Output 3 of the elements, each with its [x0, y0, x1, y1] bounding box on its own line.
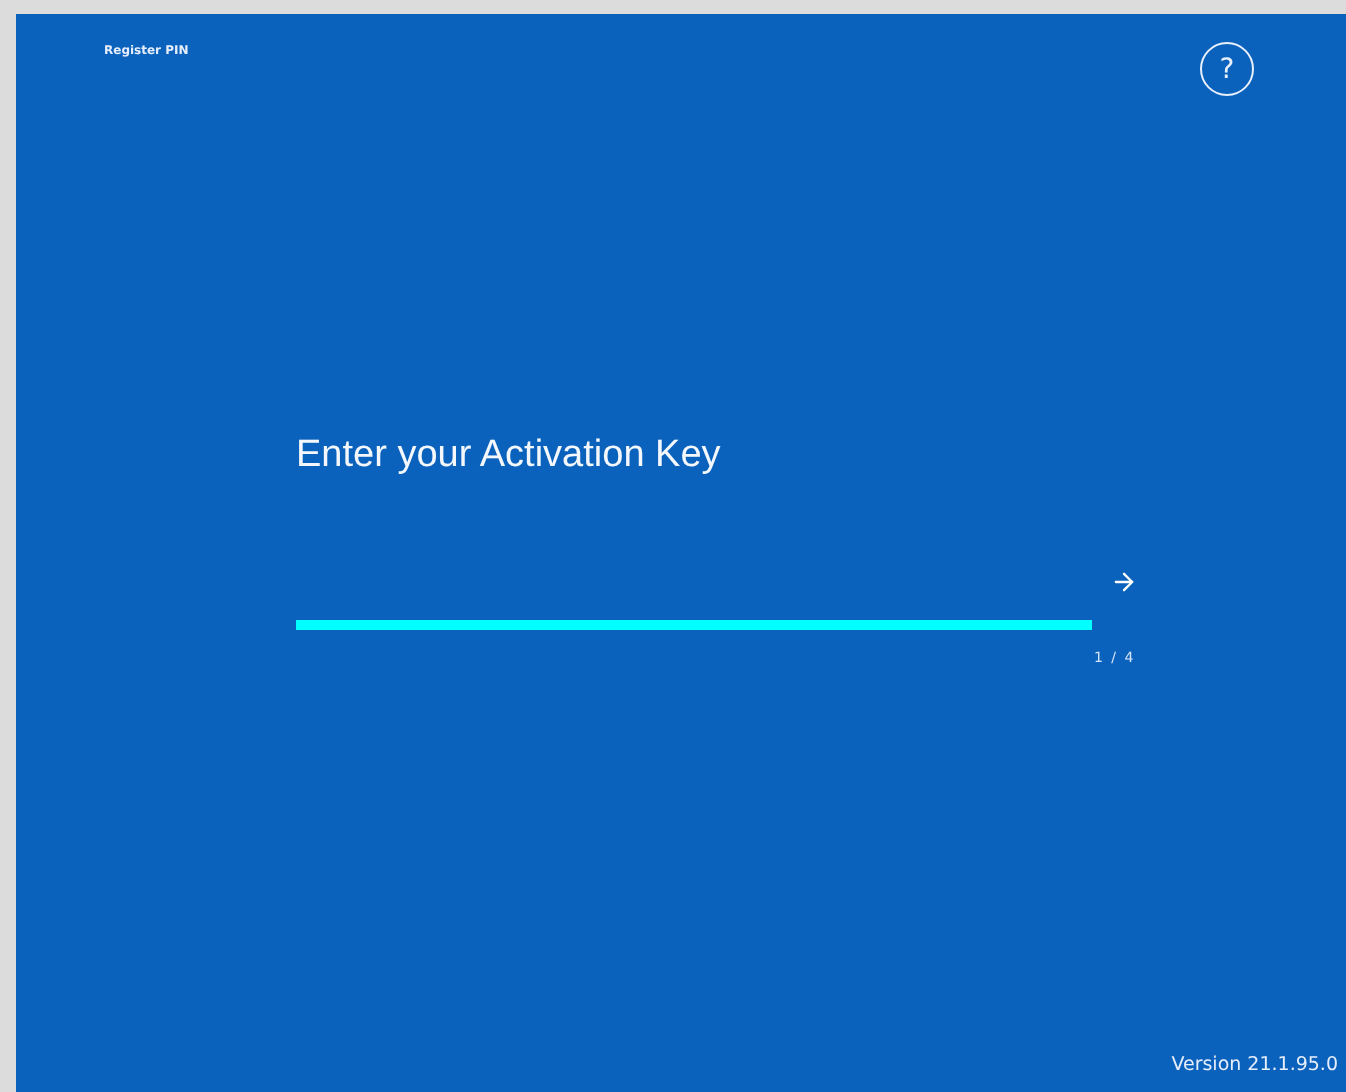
version-label: Version 21.1.95.0	[1171, 1054, 1338, 1076]
heading: Enter your Activation Key	[296, 434, 723, 478]
help-button[interactable]: ?	[1200, 42, 1254, 96]
